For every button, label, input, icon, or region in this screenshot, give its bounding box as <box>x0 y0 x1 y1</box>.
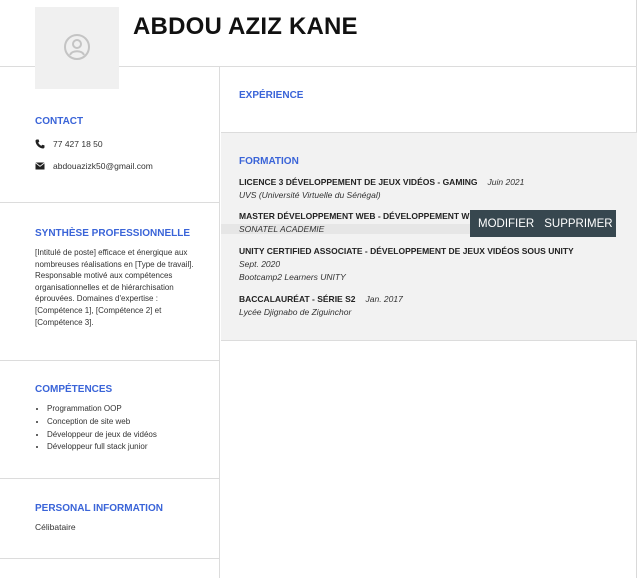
summary-section[interactable]: SYNTHÈSE PROFESSIONNELLE [Intitulé de po… <box>0 203 219 361</box>
contact-section[interactable]: CONTACT 77 427 18 50 abdouazizk50@gmail.… <box>0 66 219 203</box>
degree-date: Jan. 2017 <box>365 294 403 304</box>
personal-title: PERSONAL INFORMATION <box>35 503 163 514</box>
experience-title[interactable]: EXPÉRIENCE <box>239 90 303 101</box>
modify-button[interactable]: MODIFIER <box>470 218 542 230</box>
formation-entry[interactable]: LICENCE 3 DÉVELOPPEMENT DE JEUX VIDÉOS -… <box>239 177 524 200</box>
degree-title: LICENCE 3 DÉVELOPPEMENT DE JEUX VIDÉOS -… <box>239 177 478 187</box>
contact-title: CONTACT <box>35 116 84 127</box>
entry-action-toolbar: MODIFIER SUPPRIMER <box>470 210 616 237</box>
school-name: UVS (Université Virtuelle du Sénégal) <box>239 190 381 200</box>
email-text: abdouazizk50@gmail.com <box>53 161 153 171</box>
personal-status: Célibataire <box>35 522 76 532</box>
formation-entry-selected[interactable]: MASTER DÉVELOPPEMENT WEB - DÉVELOPPEMENT… <box>221 211 479 234</box>
skills-section[interactable]: COMPÉTENCES Programmation OOP Conception… <box>0 361 219 479</box>
user-circle-icon <box>62 32 92 64</box>
phone-row: 77 427 18 50 <box>35 139 219 149</box>
formation-title: FORMATION <box>239 156 299 167</box>
personal-section[interactable]: PERSONAL INFORMATION Célibataire <box>0 479 219 559</box>
degree-date: Juin 2021 <box>487 177 525 187</box>
skill-item: Conception de site web <box>47 416 219 429</box>
sidebar: CONTACT 77 427 18 50 abdouazizk50@gmail.… <box>0 66 220 578</box>
summary-text: [Intitulé de poste] efficace et énergiqu… <box>35 248 194 327</box>
phone-text: 77 427 18 50 <box>53 139 103 149</box>
candidate-name[interactable]: ABDOU AZIZ KANE <box>133 13 358 41</box>
school-name: Bootcamp2 Learners UNITY <box>239 272 346 282</box>
skill-item: Développeur full stack junior <box>47 441 219 454</box>
school-name: Lycée Djignabo de Ziguinchor <box>239 307 352 317</box>
degree-title: MASTER DÉVELOPPEMENT WEB - DÉVELOPPEMENT… <box>239 211 476 221</box>
degree-title: BACCALAURÉAT - SÉRIE S2 <box>239 294 356 304</box>
school-name: SONATEL ACADEMIE <box>221 224 470 234</box>
formation-entry[interactable]: BACCALAURÉAT - SÉRIE S2 Jan. 2017 Lycée D… <box>239 294 403 317</box>
envelope-icon <box>35 162 47 170</box>
phone-icon <box>35 139 47 149</box>
email-row: abdouazizk50@gmail.com <box>35 161 219 171</box>
delete-button[interactable]: SUPPRIMER <box>542 218 620 230</box>
skills-list: Programmation OOP Conception de site web… <box>35 403 219 454</box>
summary-title: SYNTHÈSE PROFESSIONNELLE <box>35 228 191 239</box>
degree-title: UNITY CERTIFIED ASSOCIATE - DÉVELOPPEMEN… <box>239 246 574 256</box>
formation-entry[interactable]: UNITY CERTIFIED ASSOCIATE - DÉVELOPPEMEN… <box>239 246 574 282</box>
skill-item: Développeur de jeux de vidéos <box>47 429 219 442</box>
skills-title: COMPÉTENCES <box>35 384 113 395</box>
degree-date: Sept. 2020 <box>239 259 281 269</box>
skill-item: Programmation OOP <box>47 403 219 416</box>
